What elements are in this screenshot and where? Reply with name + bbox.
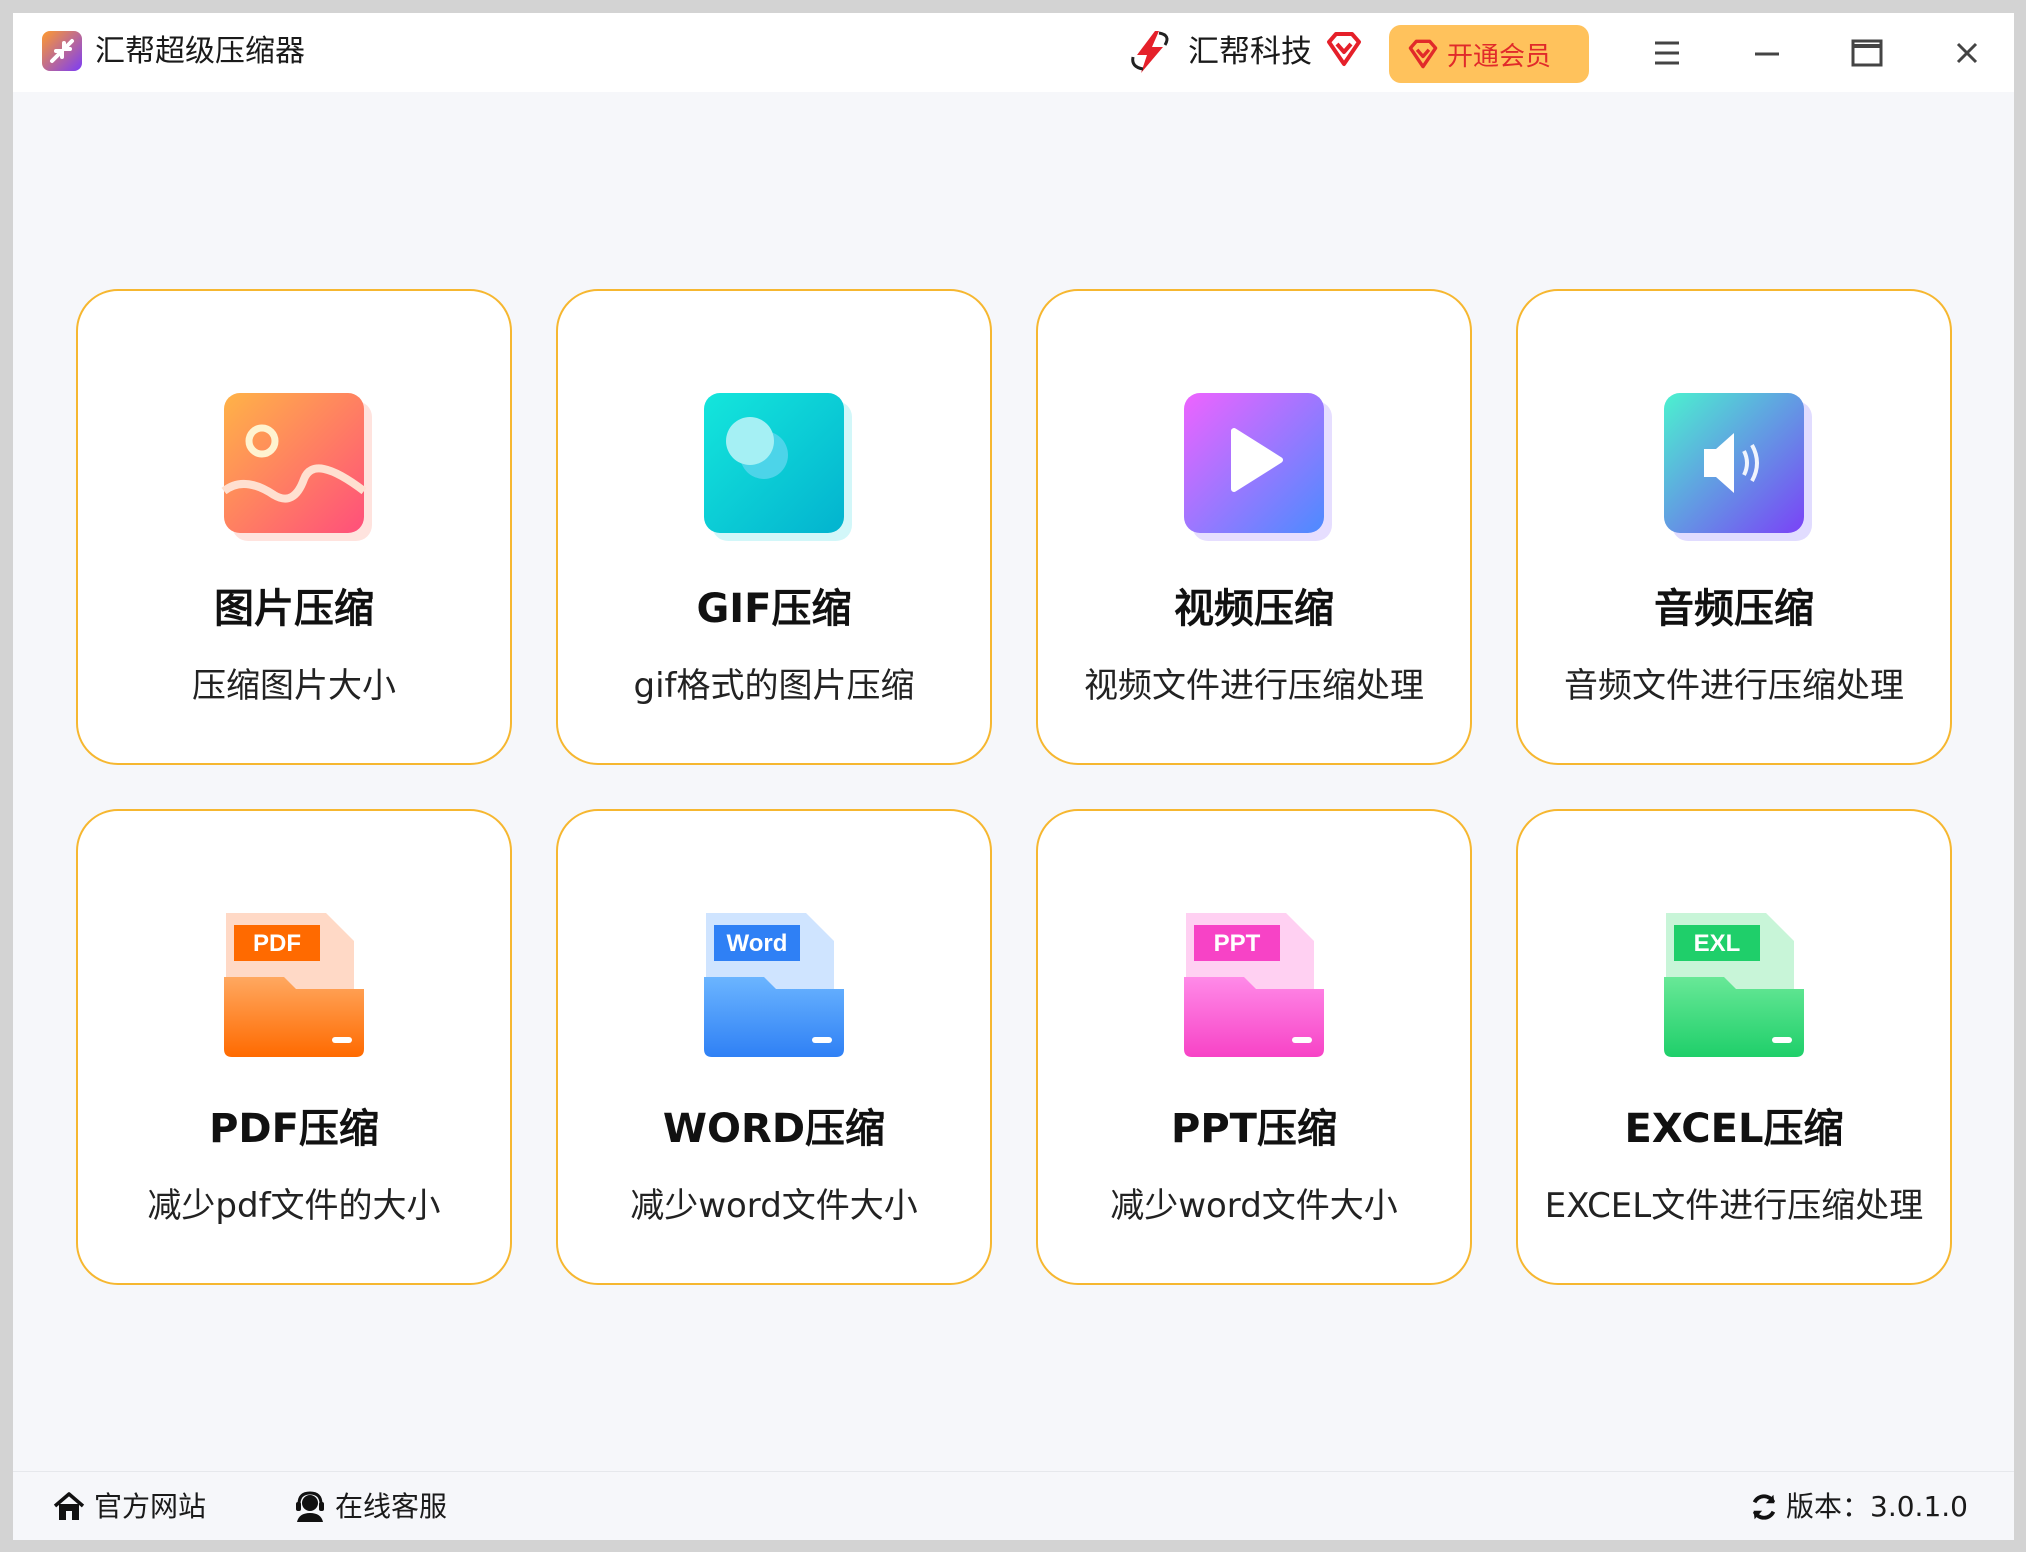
official-website-link[interactable]: 官方网站 <box>52 1487 206 1527</box>
card-description: 减少word文件大小 <box>630 1186 918 1226</box>
card-description: gif格式的图片压缩 <box>633 666 915 706</box>
file-tag: PPT <box>1214 930 1261 957</box>
version-label: 版本：3.0.1.0 <box>1786 1490 1968 1523</box>
close-icon[interactable] <box>1947 33 1987 73</box>
card-audio-compress[interactable]: 音频压缩 音频文件进行压缩处理 <box>1516 289 1952 765</box>
diamond-icon <box>1327 32 1361 66</box>
card-pdf-compress[interactable]: PDF PDF压缩 减少pdf文件的大小 <box>76 809 512 1285</box>
card-title: GIF压缩 <box>696 586 852 632</box>
file-tag: EXL <box>1694 930 1741 957</box>
file-tag: Word <box>727 930 788 957</box>
card-excel-compress[interactable]: EXL EXCEL压缩 EXCEL文件进行压缩处理 <box>1516 809 1952 1285</box>
card-description: 压缩图片大小 <box>192 666 396 706</box>
card-word-compress[interactable]: Word WORD压缩 减少word文件大小 <box>556 809 992 1285</box>
card-ppt-compress[interactable]: PPT PPT压缩 减少word文件大小 <box>1036 809 1472 1285</box>
refresh-icon[interactable] <box>1748 1491 1780 1523</box>
card-description: 音频文件进行压缩处理 <box>1564 666 1904 706</box>
pdf-folder-icon: PDF <box>224 913 364 1057</box>
card-title: EXCEL压缩 <box>1624 1106 1844 1152</box>
card-description: 视频文件进行压缩处理 <box>1084 666 1424 706</box>
app-window: 汇帮超级压缩器 汇帮科技 开通会员 图片压缩 压缩图片大小 GIF压缩 gif格… <box>13 13 2014 1540</box>
ppt-folder-icon: PPT <box>1184 913 1324 1057</box>
card-image-compress[interactable]: 图片压缩 压缩图片大小 <box>76 289 512 765</box>
online-support-link[interactable]: 在线客服 <box>293 1487 447 1527</box>
card-title: PPT压缩 <box>1171 1106 1337 1152</box>
title-bar: 汇帮超级压缩器 汇帮科技 开通会员 <box>13 13 2014 92</box>
speaker-icon <box>1664 393 1812 541</box>
compress-app-icon <box>42 31 82 71</box>
app-title: 汇帮超级压缩器 <box>95 34 305 69</box>
card-title: PDF压缩 <box>209 1106 379 1152</box>
card-description: 减少word文件大小 <box>1110 1186 1398 1226</box>
footer-divider <box>13 1471 2014 1472</box>
card-description: 减少pdf文件的大小 <box>147 1186 441 1226</box>
video-play-icon <box>1184 393 1332 541</box>
official-website-label: 官方网站 <box>94 1490 207 1523</box>
vip-button[interactable]: 开通会员 <box>1389 25 1589 83</box>
diamond-icon <box>1408 39 1438 69</box>
menu-icon[interactable] <box>1647 33 1687 73</box>
word-folder-icon: Word <box>704 913 844 1057</box>
excel-folder-icon: EXL <box>1664 913 1804 1057</box>
card-gif-compress[interactable]: GIF压缩 gif格式的图片压缩 <box>556 289 992 765</box>
file-tag: PDF <box>253 930 301 957</box>
online-support-label: 在线客服 <box>335 1490 448 1523</box>
minimize-icon[interactable] <box>1747 33 1787 73</box>
home-icon <box>53 1492 85 1520</box>
brand-name: 汇帮科技 <box>1188 34 1312 70</box>
brand-bolt-icon <box>1131 31 1169 73</box>
card-title: 图片压缩 <box>214 586 374 632</box>
support-agent-icon <box>296 1491 324 1522</box>
gif-icon <box>704 393 852 541</box>
card-description: EXCEL文件进行压缩处理 <box>1544 1186 1924 1226</box>
image-icon <box>221 393 372 541</box>
version-info: 版本：3.0.1.0 <box>1748 1487 1968 1527</box>
maximize-icon[interactable] <box>1847 33 1887 73</box>
card-title: 音频压缩 <box>1654 586 1814 632</box>
card-title: WORD压缩 <box>662 1106 886 1152</box>
card-title: 视频压缩 <box>1174 586 1334 632</box>
vip-label: 开通会员 <box>1447 41 1552 72</box>
card-video-compress[interactable]: 视频压缩 视频文件进行压缩处理 <box>1036 289 1472 765</box>
